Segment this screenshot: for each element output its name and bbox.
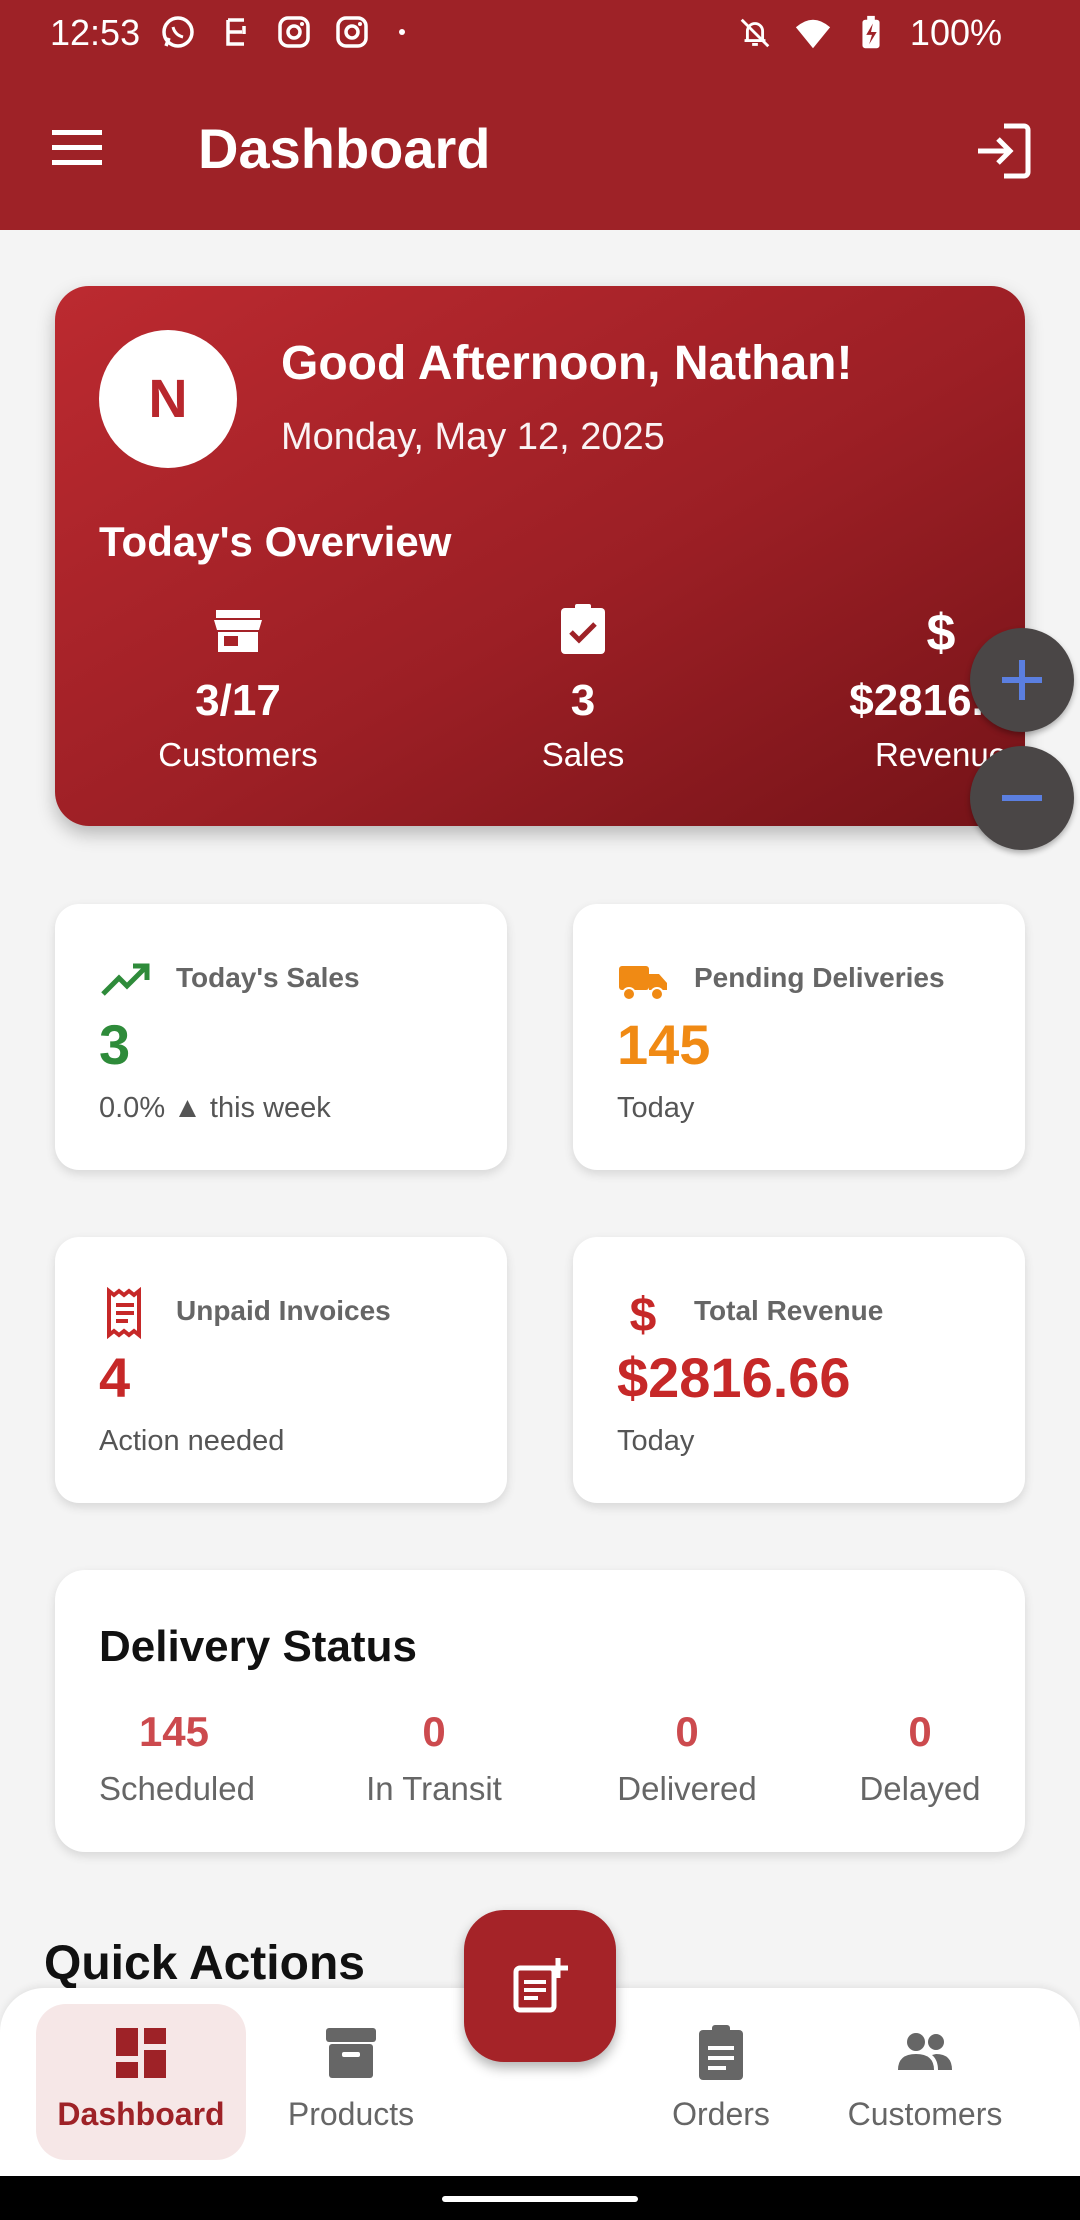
nav-dashboard[interactable]: Dashboard [36, 2004, 246, 2160]
card-title: Today's Sales [176, 962, 360, 993]
current-date: Monday, May 12, 2025 [281, 416, 665, 458]
delivery-count: 0 [422, 1708, 446, 1755]
card-title: Pending Deliveries [694, 962, 945, 993]
app-notification-icon [226, 18, 246, 46]
more-notifications-dot-icon [399, 29, 405, 35]
nav-label: Orders [672, 2096, 770, 2132]
delivery-delayed: 0 Delayed [855, 1708, 985, 1808]
receipt-icon [107, 1287, 141, 1339]
overview-sales: 3 Sales [453, 602, 713, 774]
card-value: 3 [99, 1013, 131, 1076]
system-navigation-bar [0, 2176, 1080, 2220]
card-subtitle: Action needed [99, 1425, 285, 1457]
nav-label: Customers [847, 2096, 1003, 2132]
zoom-in-button[interactable] [970, 628, 1074, 732]
overview-title: Today's Overview [99, 518, 452, 565]
status-time: 12:53 [50, 12, 141, 53]
delivery-count: 145 [138, 1708, 210, 1755]
avatar: N [99, 330, 237, 468]
card-title: Unpaid Invoices [176, 1295, 391, 1326]
svg-text:$: $ [927, 604, 956, 658]
dashboard-icon [116, 2028, 166, 2078]
svg-text:$: $ [630, 1289, 657, 1339]
note-add-icon [513, 1958, 568, 2013]
delivery-delivered: 0 Delivered [607, 1708, 767, 1808]
delivery-scheduled: 145 Scheduled [99, 1708, 255, 1808]
overview-customers: 3/17 Customers [108, 602, 368, 774]
instagram-icon [278, 16, 310, 48]
delivery-count: 0 [908, 1708, 932, 1755]
card-subtitle: 0.0% ▲ this week [99, 1092, 331, 1124]
card-value: 145 [617, 1013, 711, 1076]
archive-box-icon [326, 2028, 376, 2078]
delivery-label: Scheduled [99, 1770, 255, 1807]
page-title: Dashboard [198, 117, 491, 180]
bell-off-icon [740, 18, 770, 48]
greeting-card: N Good Afternoon, Nathan! Monday, May 12… [55, 286, 1033, 826]
nav-label: Products [287, 2096, 415, 2132]
system-status: 100% [736, 12, 1002, 54]
app-bar: Dashboard [0, 64, 1080, 230]
delivery-label: Delayed [859, 1770, 981, 1807]
zoom-out-button[interactable] [970, 746, 1074, 850]
clipboard-icon [699, 2025, 743, 2080]
greeting-text: Good Afternoon, Nathan! [281, 337, 853, 390]
delivery-label: In Transit [366, 1770, 502, 1807]
nav-products[interactable]: Products [266, 2004, 436, 2160]
pending-deliveries-card[interactable]: Pending Deliveries 145 Today [573, 904, 1025, 1170]
total-revenue-card[interactable]: $ Total Revenue $2816.66 Today [573, 1237, 1025, 1503]
card-subtitle: Today [617, 1425, 695, 1457]
overview-value: 3 [570, 676, 596, 725]
nav-label: Dashboard [57, 2096, 225, 2132]
store-icon [214, 610, 262, 652]
delivery-label: Delivered [617, 1770, 757, 1807]
top-app-bar: 12:53 100% Dashboard [0, 0, 1080, 230]
quick-actions-title: Quick Actions [44, 1937, 365, 1990]
overview-label: Customers [158, 736, 318, 773]
whatsapp-icon [162, 16, 194, 48]
overview-label: Sales [541, 736, 625, 773]
clipboard-check-icon [561, 604, 605, 654]
delivery-status-card: Delivery Status 145 Scheduled 0 In Trans… [55, 1570, 1025, 1852]
dollar-icon: $ [927, 604, 956, 658]
card-value: 4 [99, 1346, 131, 1409]
card-subtitle: Today [617, 1092, 695, 1124]
card-title: Total Revenue [694, 1295, 884, 1326]
nav-orders[interactable]: Orders [646, 2004, 796, 2160]
notification-icons [158, 12, 414, 52]
battery-charging-icon [862, 15, 880, 49]
battery-percentage: 100% [909, 12, 1002, 53]
truck-icon [619, 966, 667, 1001]
logout-icon[interactable] [972, 120, 1034, 182]
minus-icon [1002, 795, 1042, 801]
new-order-fab[interactable] [464, 1910, 616, 2062]
home-gesture-handle[interactable] [442, 2196, 638, 2202]
delivery-in-transit: 0 In Transit [349, 1708, 519, 1808]
menu-icon[interactable] [46, 122, 108, 172]
wifi-icon [795, 19, 831, 49]
nav-customers[interactable]: Customers [830, 2004, 1020, 2160]
dollar-icon: $ [630, 1289, 657, 1339]
unpaid-invoices-card[interactable]: Unpaid Invoices 4 Action needed [55, 1237, 507, 1503]
todays-sales-card[interactable]: Today's Sales 3 0.0% ▲ this week [55, 904, 507, 1170]
trending-up-icon [101, 963, 150, 996]
instagram-icon [336, 16, 368, 48]
overview-value: 3/17 [195, 676, 281, 725]
status-bar: 12:53 100% [0, 0, 1080, 64]
people-icon [898, 2033, 952, 2070]
delivery-status-title: Delivery Status [99, 1622, 417, 1671]
delivery-count: 0 [675, 1708, 699, 1755]
card-value: $2816.66 [617, 1346, 851, 1409]
plus-icon [1002, 660, 1042, 700]
